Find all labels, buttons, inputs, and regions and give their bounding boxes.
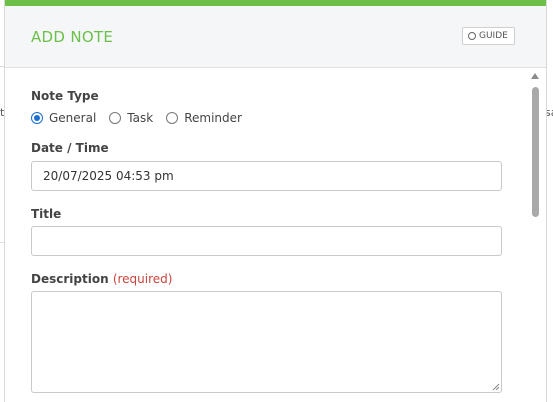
scrollbar-thumb[interactable]: [532, 87, 539, 217]
title-input[interactable]: [31, 226, 502, 256]
description-label: Description (required): [31, 272, 172, 286]
description-label-text: Description: [31, 272, 109, 286]
datetime-value: 20/07/2025 04:53 pm: [43, 169, 174, 183]
radio-reminder[interactable]: Reminder: [166, 111, 242, 125]
circle-icon: [468, 32, 476, 40]
title-label: Title: [31, 207, 62, 221]
guide-button[interactable]: GUIDE: [462, 27, 515, 45]
modal-title: ADD NOTE: [31, 28, 114, 46]
description-textarea[interactable]: [31, 291, 502, 393]
radio-general-label: General: [49, 111, 97, 125]
radio-button-checked[interactable]: [31, 112, 43, 124]
radio-task-label: Task: [127, 111, 154, 125]
datetime-label: Date / Time: [31, 141, 109, 155]
modal-body: Note Type General Task Reminder Date / T…: [5, 69, 546, 402]
resize-grip-icon[interactable]: [492, 383, 500, 391]
modal-header: ADD NOTE GUIDE: [5, 6, 546, 68]
radio-reminder-label: Reminder: [184, 111, 242, 125]
radio-button[interactable]: [109, 112, 122, 124]
required-indicator: (required): [112, 272, 173, 286]
note-type-radio-group: General Task Reminder: [31, 111, 255, 125]
modal-scrollbar[interactable]: [528, 69, 542, 402]
datetime-input[interactable]: 20/07/2025 04:53 pm: [31, 161, 502, 191]
radio-general[interactable]: General: [31, 111, 96, 125]
radio-task[interactable]: Task: [109, 111, 153, 125]
scroll-up-arrow-icon[interactable]: [531, 73, 539, 79]
note-type-label: Note Type: [31, 89, 99, 103]
guide-button-label: GUIDE: [479, 31, 508, 41]
radio-button[interactable]: [166, 112, 179, 124]
add-note-modal: ADD NOTE GUIDE Note Type General Task Re…: [4, 0, 547, 402]
